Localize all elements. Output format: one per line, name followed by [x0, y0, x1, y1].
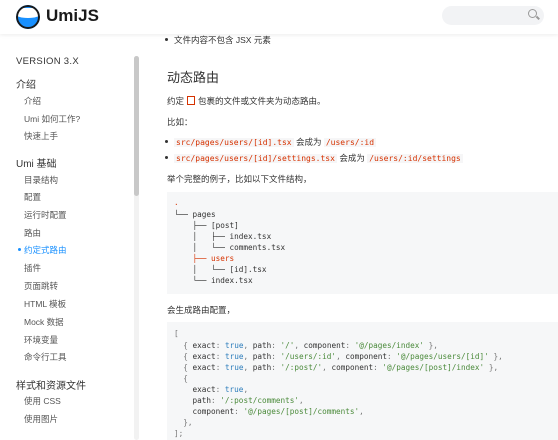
code-route-line: path: '/:post/comments',: [174, 396, 304, 405]
sidebar-item-routing[interactable]: 路由: [24, 227, 41, 239]
tree-line: │ └── [id].tsx: [174, 265, 267, 274]
routes-code-block[interactable]: [ { exact: true, path: '/', component: '…: [167, 322, 558, 440]
sidebar-item-plugins[interactable]: 插件: [24, 262, 41, 274]
tree-line-users: ├── users: [174, 254, 235, 263]
sidebar-item-use-css[interactable]: 使用 CSS: [24, 395, 61, 407]
search-icon[interactable]: [528, 9, 537, 18]
group-title-basics: Umi 基础: [16, 159, 57, 170]
paragraph-full-example: 举个完整的例子，比如以下文件结构，: [167, 174, 312, 184]
inline-code-route: /users/:id: [323, 138, 377, 147]
sidebar-item-how-umi-works[interactable]: Umi 如何工作?: [24, 113, 80, 125]
sidebar-item-navigation[interactable]: 页面跳转: [24, 280, 58, 292]
code-route-close: },: [174, 418, 193, 427]
code-route-line: exact: true,: [174, 385, 249, 394]
sidebar-item-convention-routing[interactable]: 约定式路由: [24, 244, 67, 256]
paragraph-for-example: 比如：: [167, 117, 193, 127]
bullet-example-2: src/pages/users/[id]/settings.tsx 会成为 /u…: [165, 152, 463, 164]
sidebar: VERSION 3.X 介绍 介绍 Umi 如何工作? 快速上手 Umi 基础 …: [0, 34, 140, 440]
code-route-line: { exact: true, path: '/users/:id', compo…: [183, 352, 503, 361]
section-heading: 动态路由: [167, 70, 220, 85]
tree-root: .: [174, 198, 179, 207]
sidebar-scrollbar-thumb[interactable]: [134, 56, 139, 196]
inline-code-path: src/pages/users/[id].tsx: [174, 138, 294, 147]
bracket-code-icon: [187, 96, 196, 105]
code-route-open: {: [174, 374, 188, 383]
tree-line: └── index.tsx: [174, 276, 253, 285]
sidebar-item-getting-started[interactable]: 快速上手: [24, 130, 58, 142]
sidebar-item-env-variables[interactable]: 环境变量: [24, 334, 58, 346]
code-route-line: { exact: true, path: '/:post/', componen…: [183, 363, 499, 372]
tree-line: │ ├── index.tsx: [174, 232, 272, 241]
code-close-bracket: ];: [174, 429, 184, 438]
paragraph-generates-config: 会生成路由配置，: [167, 305, 236, 315]
para-text-after: 包裹的文件或文件夹为动态路由。: [198, 96, 326, 106]
code-route-line: { exact: true, path: '/', component: '@/…: [183, 341, 438, 350]
bullet-no-jsx: 文件内容不包含 JSX 元素: [165, 35, 271, 45]
sidebar-item-cli[interactable]: 命令行工具: [24, 351, 67, 363]
sidebar-item-config[interactable]: 配置: [24, 191, 41, 203]
tree-line: │ └── comments.tsx: [174, 243, 286, 252]
active-indicator-icon: [18, 248, 21, 251]
top-header: UmiJS: [0, 0, 558, 34]
paragraph-dynamic-convention: 约定 包裹的文件或文件夹为动态路由。: [167, 95, 326, 107]
code-route-line: component: '@/pages/[post]/comments',: [174, 407, 364, 416]
file-tree-code-block[interactable]: . └── pages ├── [post] │ ├── index.tsx │…: [167, 192, 558, 294]
sidebar-item-intro[interactable]: 介绍: [24, 95, 41, 107]
sidebar-item-html-template[interactable]: HTML 模板: [24, 298, 66, 310]
tree-line: ├── [post]: [174, 221, 239, 230]
brand-name[interactable]: UmiJS: [46, 6, 99, 26]
code-open-bracket: [: [174, 329, 179, 338]
sidebar-item-use-images[interactable]: 使用图片: [24, 413, 58, 425]
sidebar-item-directory-structure[interactable]: 目录结构: [24, 174, 58, 186]
para-text-before: 约定: [167, 96, 185, 106]
bullet-mid-text: 会成为: [339, 153, 365, 163]
bullet-mid-text: 会成为: [295, 137, 322, 147]
sidebar-item-runtime-config[interactable]: 运行时配置: [24, 209, 67, 221]
inline-code-path: src/pages/users/[id]/settings.tsx: [174, 154, 337, 163]
bullet-example-1: src/pages/users/[id].tsx 会成为 /users/:id: [164, 136, 377, 148]
main-content: 文件内容不包含 JSX 元素 动态路由 约定 包裹的文件或文件夹为动态路由。 比如…: [140, 34, 558, 440]
tree-line-text: ├── [post]: [174, 221, 239, 230]
tree-line: └── pages: [174, 210, 216, 219]
group-title-intro: 介绍: [16, 80, 36, 91]
version-label[interactable]: VERSION 3.X: [16, 56, 79, 67]
sidebar-item-mock-data[interactable]: Mock 数据: [24, 316, 64, 328]
inline-code-route: /users/:id/settings: [367, 154, 463, 163]
umijs-logo-icon[interactable]: [16, 5, 40, 29]
group-title-styles-assets: 样式和资源文件: [16, 381, 86, 392]
